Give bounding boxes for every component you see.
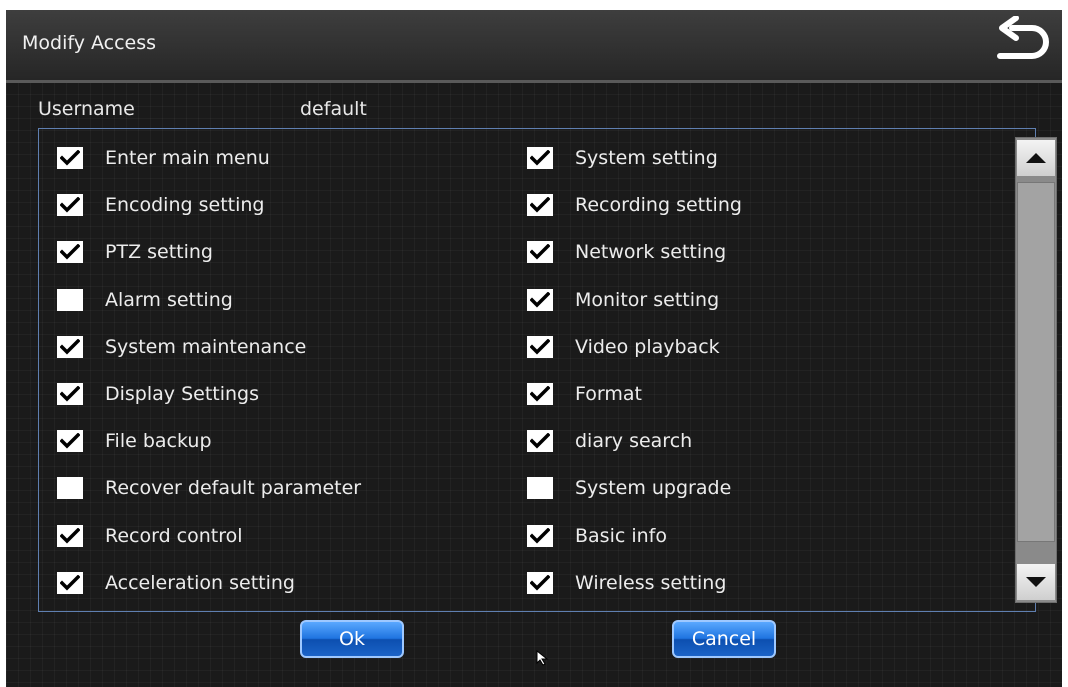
permission-checkbox[interactable] [57, 524, 83, 547]
permission-item[interactable]: Basic info [527, 519, 742, 566]
permission-checkbox[interactable] [527, 382, 553, 405]
permission-checkbox[interactable] [57, 382, 83, 405]
cancel-button[interactable]: Cancel [672, 620, 776, 658]
checkmark-icon [60, 338, 80, 355]
permission-label: Acceleration setting [105, 571, 295, 594]
permission-label: Recording setting [575, 194, 742, 217]
modify-access-window: Modify Access Username default Enter mai… [6, 10, 1062, 687]
checkmark-icon [60, 574, 80, 591]
permission-item[interactable]: Recover default parameter [57, 471, 361, 518]
checkmark-icon [530, 385, 550, 402]
permission-label: Record control [105, 524, 243, 547]
permission-checkbox[interactable] [57, 571, 83, 594]
checkmark-icon [530, 527, 550, 543]
triangle-up-icon [1026, 153, 1046, 163]
permission-item[interactable]: File backup [57, 424, 361, 471]
permission-item[interactable]: PTZ setting [57, 235, 361, 282]
permission-checkbox[interactable] [527, 477, 553, 500]
permission-item[interactable]: Recording setting [527, 188, 742, 235]
checkmark-icon [60, 150, 80, 166]
permission-label: Alarm setting [105, 288, 233, 311]
permission-label: Basic info [575, 524, 667, 547]
permission-item[interactable]: Encoding setting [57, 188, 361, 235]
triangle-down-icon [1026, 577, 1046, 587]
permission-item[interactable]: Monitor setting [527, 283, 742, 330]
permission-item[interactable]: diary search [527, 424, 742, 471]
checkmark-icon [530, 291, 550, 308]
checkmark-icon [60, 527, 80, 543]
window-title: Modify Access [22, 32, 157, 54]
permission-checkbox[interactable] [527, 241, 553, 264]
checkmark-icon [60, 385, 80, 402]
scroll-up-button[interactable] [1017, 140, 1055, 176]
permissions-column-left: Enter main menu Encoding setting PTZ setti… [57, 141, 361, 613]
checkmark-icon [60, 244, 80, 260]
permission-checkbox[interactable] [527, 147, 553, 169]
permission-label: Network setting [575, 241, 727, 264]
permission-label: System upgrade [575, 477, 732, 500]
permission-checkbox[interactable] [57, 241, 83, 264]
permission-checkbox[interactable] [527, 430, 553, 453]
permission-checkbox[interactable] [57, 147, 83, 169]
permission-item[interactable]: Wireless setting [527, 566, 742, 613]
checkmark-icon [60, 433, 80, 449]
username-value: default [300, 98, 367, 120]
checkmark-icon [530, 197, 550, 213]
permission-checkbox[interactable] [57, 477, 83, 500]
checkmark-icon [530, 244, 550, 260]
permissions-column-right: System setting Recording setting Network s… [527, 141, 742, 613]
permission-checkbox[interactable] [57, 194, 83, 217]
permission-label: Format [575, 382, 642, 405]
permission-checkbox[interactable] [57, 288, 83, 311]
username-label: Username [38, 98, 135, 120]
permission-label: Video playback [575, 335, 720, 358]
permission-item[interactable]: Display Settings [57, 377, 361, 424]
permission-label: PTZ setting [105, 241, 213, 264]
permission-checkbox[interactable] [57, 430, 83, 453]
back-button[interactable] [992, 15, 1052, 74]
permission-label: Recover default parameter [105, 477, 362, 500]
permission-item[interactable]: Video playback [527, 330, 742, 377]
permission-item[interactable]: Enter main menu [57, 141, 361, 188]
permission-checkbox[interactable] [527, 288, 553, 311]
permission-checkbox[interactable] [527, 524, 553, 547]
permission-label: Monitor setting [575, 288, 720, 311]
permission-checkbox[interactable] [57, 335, 83, 358]
permission-checkbox[interactable] [527, 571, 553, 594]
permission-item[interactable]: System maintenance [57, 330, 361, 377]
permission-item[interactable]: Format [527, 377, 742, 424]
ok-button[interactable]: Ok [300, 620, 404, 658]
permission-checkbox[interactable] [527, 194, 553, 217]
checkmark-icon [530, 433, 550, 449]
permission-label: Enter main menu [105, 147, 270, 169]
permission-label: Display Settings [105, 382, 260, 405]
checkmark-icon [530, 574, 550, 591]
checkmark-icon [530, 338, 550, 355]
permission-label: System maintenance [105, 335, 307, 358]
permission-item[interactable]: Alarm setting [57, 283, 361, 330]
permission-item[interactable]: Record control [57, 519, 361, 566]
permission-label: File backup [105, 430, 212, 453]
checkmark-icon [60, 197, 80, 213]
mouse-pointer-icon [536, 650, 549, 666]
permission-checkbox[interactable] [527, 335, 553, 358]
permission-label: diary search [575, 430, 693, 453]
permission-label: Encoding setting [105, 194, 265, 217]
scroll-thumb[interactable] [1017, 182, 1055, 542]
permission-item[interactable]: System setting [527, 141, 742, 188]
scrollbar[interactable] [1015, 137, 1057, 603]
permission-item[interactable]: Network setting [527, 235, 742, 282]
checkmark-icon [530, 150, 550, 166]
scroll-down-button[interactable] [1017, 564, 1055, 600]
permissions-list: Enter main menu Encoding setting PTZ setti… [38, 128, 1057, 613]
permission-label: System setting [575, 147, 718, 169]
title-bar: Modify Access [6, 10, 1062, 83]
permission-label: Wireless setting [575, 571, 727, 594]
permission-item[interactable]: System upgrade [527, 471, 742, 518]
permission-item[interactable]: Acceleration setting [57, 566, 361, 613]
return-arrow-icon [997, 15, 1049, 59]
